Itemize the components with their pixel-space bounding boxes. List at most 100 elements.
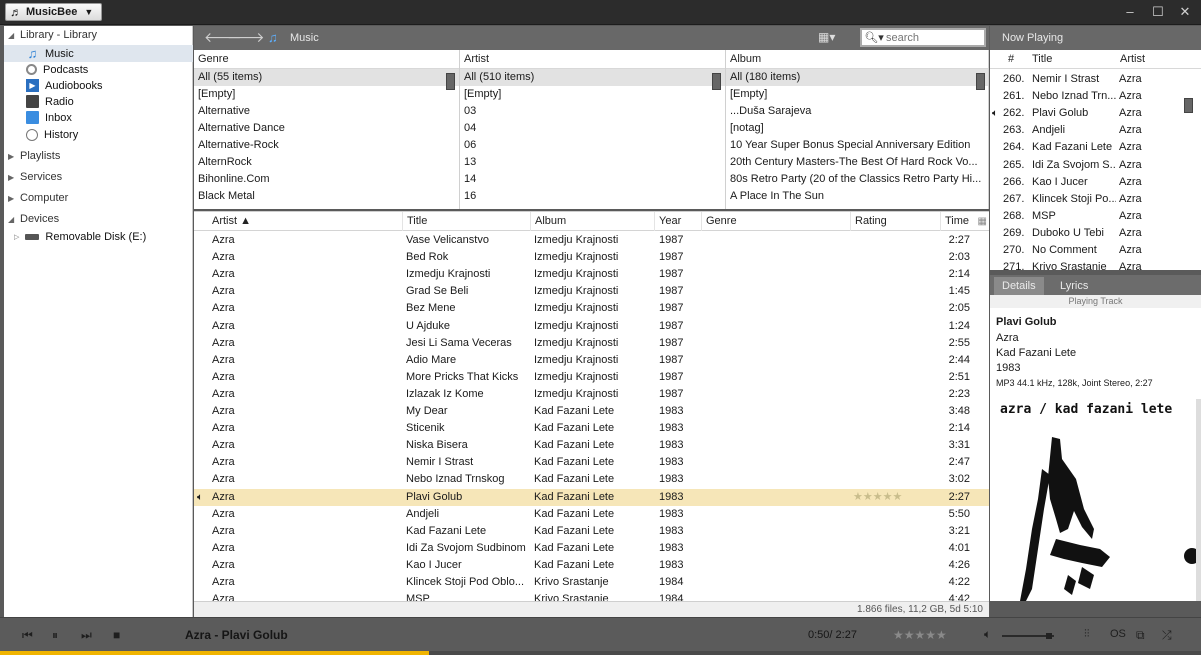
volume-slider-knob[interactable] bbox=[1045, 633, 1052, 639]
now-playing-item[interactable]: 271. Krivo Srastanje Azra bbox=[990, 259, 1201, 270]
now-playing-item[interactable]: 260. Nemir I Strast Azra bbox=[990, 71, 1201, 88]
album-filter-item[interactable]: All (180 items) bbox=[726, 69, 988, 86]
shuffle-icon[interactable]: ⤮ bbox=[1162, 628, 1172, 643]
album-filter-item[interactable]: 80s Retro Party (20 of the Classics Retr… bbox=[726, 171, 988, 188]
maximize-button[interactable]: ☐ bbox=[1149, 4, 1167, 20]
np-column-num[interactable]: # bbox=[1008, 50, 1014, 69]
artist-filter-item[interactable]: All (510 items) bbox=[460, 69, 725, 86]
table-row[interactable]: Azra Idi Za Svojom Sudbinom Kad Fazani Let… bbox=[194, 540, 989, 557]
table-row[interactable]: Azra Izlazak Iz Kome Izmedju Krajnosti 1987… bbox=[194, 386, 989, 403]
tab-details[interactable]: Details bbox=[994, 277, 1044, 295]
table-row[interactable]: Azra Klincek Stoji Pod Oblo... Krivo Srast… bbox=[194, 574, 989, 591]
sidebar-item-devices[interactable]: ◢ Devices bbox=[8, 213, 59, 225]
repeat-icon[interactable]: ⧉ bbox=[1136, 628, 1145, 643]
genre-filter-item[interactable]: [Empty] bbox=[194, 86, 459, 103]
search-input[interactable] bbox=[886, 31, 982, 44]
column-genre[interactable]: Genre bbox=[701, 212, 850, 231]
now-playing-item[interactable]: 266. Kao I Jucer Azra bbox=[990, 174, 1201, 191]
track-rating[interactable]: ★★★★★ bbox=[853, 489, 933, 506]
album-filter-item[interactable]: [notag] bbox=[726, 120, 988, 137]
table-row[interactable]: Azra Jesi Li Sama Veceras Izmedju Krajnost… bbox=[194, 335, 989, 352]
np-column-title[interactable]: Title bbox=[1032, 50, 1052, 69]
column-artist[interactable]: Artist ▲ bbox=[208, 212, 251, 231]
album-filter-item[interactable]: ...Duša Sarajeva bbox=[726, 103, 988, 120]
table-row[interactable]: Azra Adio Mare Izmedju Krajnosti 1987 2:44 bbox=[194, 352, 989, 369]
sidebar-item-history[interactable]: History bbox=[4, 126, 193, 143]
album-filter-item[interactable]: [Empty] bbox=[726, 86, 988, 103]
sidebar-item-inbox[interactable]: Inbox bbox=[4, 109, 193, 126]
table-row[interactable]: Azra Sticenik Kad Fazani Lete 1983 2:14 bbox=[194, 420, 989, 437]
table-row[interactable]: Azra U Ajduke Izmedju Krajnosti 1987 1:24 bbox=[194, 318, 989, 335]
column-year[interactable]: Year bbox=[654, 212, 701, 231]
column-title[interactable]: Title bbox=[402, 212, 530, 231]
column-rating[interactable]: Rating bbox=[850, 212, 940, 231]
artist-filter-item[interactable]: 04 bbox=[460, 120, 725, 137]
genre-filter-item[interactable]: Alternative Dance bbox=[194, 120, 459, 137]
table-row[interactable]: Azra Andjeli Kad Fazani Lete 1983 5:50 bbox=[194, 506, 989, 523]
library-header[interactable]: ◢ Library - Library bbox=[8, 29, 97, 41]
genre-filter-item[interactable]: Black Metal bbox=[194, 188, 459, 205]
table-row[interactable]: Azra More Pricks That Kicks Izmedju Krajno… bbox=[194, 369, 989, 386]
now-playing-scrollbar-thumb[interactable] bbox=[1184, 98, 1193, 113]
table-row[interactable]: Azra MSP Krivo Srastanje 1984 4:42 bbox=[194, 591, 989, 601]
now-playing-item[interactable]: 265. Idi Za Svojom S... Azra bbox=[990, 157, 1201, 174]
table-row[interactable]: Azra Grad Se Beli Izmedju Krajnosti 1987 1:4… bbox=[194, 283, 989, 300]
table-row[interactable]: Azra Vase Velicanstvo Izmedju Krajnosti 198… bbox=[194, 232, 989, 249]
sidebar-item-removable-disk[interactable]: ▷ Removable Disk (E:) bbox=[4, 228, 193, 245]
genre-filter-header[interactable]: Genre bbox=[194, 50, 459, 69]
now-playing-item[interactable]: 🔈︎ 262. Plavi Golub Azra bbox=[990, 105, 1201, 122]
table-row[interactable]: Azra Nebo Iznad Trnskog Kad Fazani Lete 198… bbox=[194, 471, 989, 488]
now-playing-item[interactable]: 270. No Comment Azra bbox=[990, 242, 1201, 259]
volume-icon[interactable]: 🔈︎ bbox=[984, 627, 991, 642]
column-album[interactable]: Album bbox=[530, 212, 654, 231]
table-row[interactable]: Azra Kao I Jucer Kad Fazani Lete 1983 4:26 bbox=[194, 557, 989, 574]
artist-filter-header[interactable]: Artist bbox=[460, 50, 725, 69]
genre-scrollbar-thumb[interactable] bbox=[446, 73, 455, 90]
sidebar-item-computer[interactable]: ▶ Computer bbox=[8, 192, 68, 204]
search-box[interactable]: 🔍︎▾ bbox=[860, 28, 986, 47]
forward-arrow-icon[interactable]: 🡒 bbox=[227, 29, 265, 46]
tab-lyrics[interactable]: Lyrics bbox=[1052, 277, 1096, 295]
artist-scrollbar-thumb[interactable] bbox=[712, 73, 721, 90]
table-row[interactable]: Azra Niska Bisera Kad Fazani Lete 1983 3:31 bbox=[194, 437, 989, 454]
minimize-button[interactable]: – bbox=[1121, 4, 1139, 20]
next-track-icon[interactable]: ⏭ bbox=[81, 628, 92, 643]
artist-filter-item[interactable]: 13 bbox=[460, 154, 725, 171]
genre-filter-item[interactable]: Alternative-Rock bbox=[194, 137, 459, 154]
stop-icon[interactable]: ■ bbox=[113, 628, 120, 642]
column-time[interactable]: Time ▦ bbox=[940, 212, 989, 231]
sidebar-item-podcasts[interactable]: Podcasts bbox=[4, 61, 193, 78]
sidebar-item-audiobooks[interactable]: ▶ Audiobooks bbox=[4, 77, 193, 94]
close-button[interactable]: ✕ bbox=[1176, 4, 1194, 20]
artist-filter-item[interactable]: [Empty] bbox=[460, 86, 725, 103]
album-filter-item[interactable]: 10 Year Super Bonus Special Anniversary … bbox=[726, 137, 988, 154]
artist-filter-item[interactable]: 06 bbox=[460, 137, 725, 154]
album-scrollbar-thumb[interactable] bbox=[976, 73, 985, 90]
table-row[interactable]: Azra Kad Fazani Lete Kad Fazani Lete 1983 3:… bbox=[194, 523, 989, 540]
table-row[interactable]: Azra My Dear Kad Fazani Lete 1983 3:48 bbox=[194, 403, 989, 420]
details-scrollbar[interactable] bbox=[1196, 399, 1201, 601]
table-row[interactable]: Azra Izmedju Krajnosti Izmedju Krajnosti 19… bbox=[194, 266, 989, 283]
scrobble-icon[interactable]: OS bbox=[1110, 628, 1126, 640]
table-row[interactable]: Azra Nemir I Strast Kad Fazani Lete 1983 2:4… bbox=[194, 454, 989, 471]
sidebar-item-music[interactable]: ♫ Music bbox=[4, 45, 193, 62]
sidebar-item-radio[interactable]: Radio bbox=[4, 93, 193, 110]
sidebar-item-playlists[interactable]: ▶ Playlists bbox=[8, 150, 60, 162]
now-playing-item[interactable]: 267. Klincek Stoji Po... Azra bbox=[990, 191, 1201, 208]
app-menu-button[interactable]: ♬ MusicBee ▼ bbox=[5, 3, 102, 21]
np-column-artist[interactable]: Artist bbox=[1120, 50, 1145, 69]
table-row[interactable]: Azra Bed Rok Izmedju Krajnosti 1987 2:03 bbox=[194, 249, 989, 266]
now-playing-item[interactable]: 269. Duboko U Tebi Azra bbox=[990, 225, 1201, 242]
genre-filter-item[interactable]: All (55 items) bbox=[194, 69, 459, 86]
genre-filter-item[interactable]: AlternRock bbox=[194, 154, 459, 171]
playback-progress-bar[interactable] bbox=[0, 651, 1201, 655]
player-rating[interactable]: ★★★★★ bbox=[893, 628, 947, 642]
view-layout-button[interactable]: ▦▾ bbox=[818, 30, 844, 46]
album-filter-item[interactable]: 20th Century Masters-The Best Of Hard Ro… bbox=[726, 154, 988, 171]
breadcrumb[interactable]: Music bbox=[290, 32, 319, 44]
previous-track-icon[interactable]: ⏮ bbox=[22, 628, 33, 643]
table-row[interactable]: 🔈︎ Azra Plavi Golub Kad Fazani Lete 1983 ★★★★… bbox=[194, 488, 989, 506]
now-playing-item[interactable]: 263. Andjeli Azra bbox=[990, 122, 1201, 139]
now-playing-item[interactable]: 264. Kad Fazani Lete Azra bbox=[990, 139, 1201, 156]
equalizer-icon[interactable]: ⫶⫶ bbox=[1084, 628, 1090, 641]
